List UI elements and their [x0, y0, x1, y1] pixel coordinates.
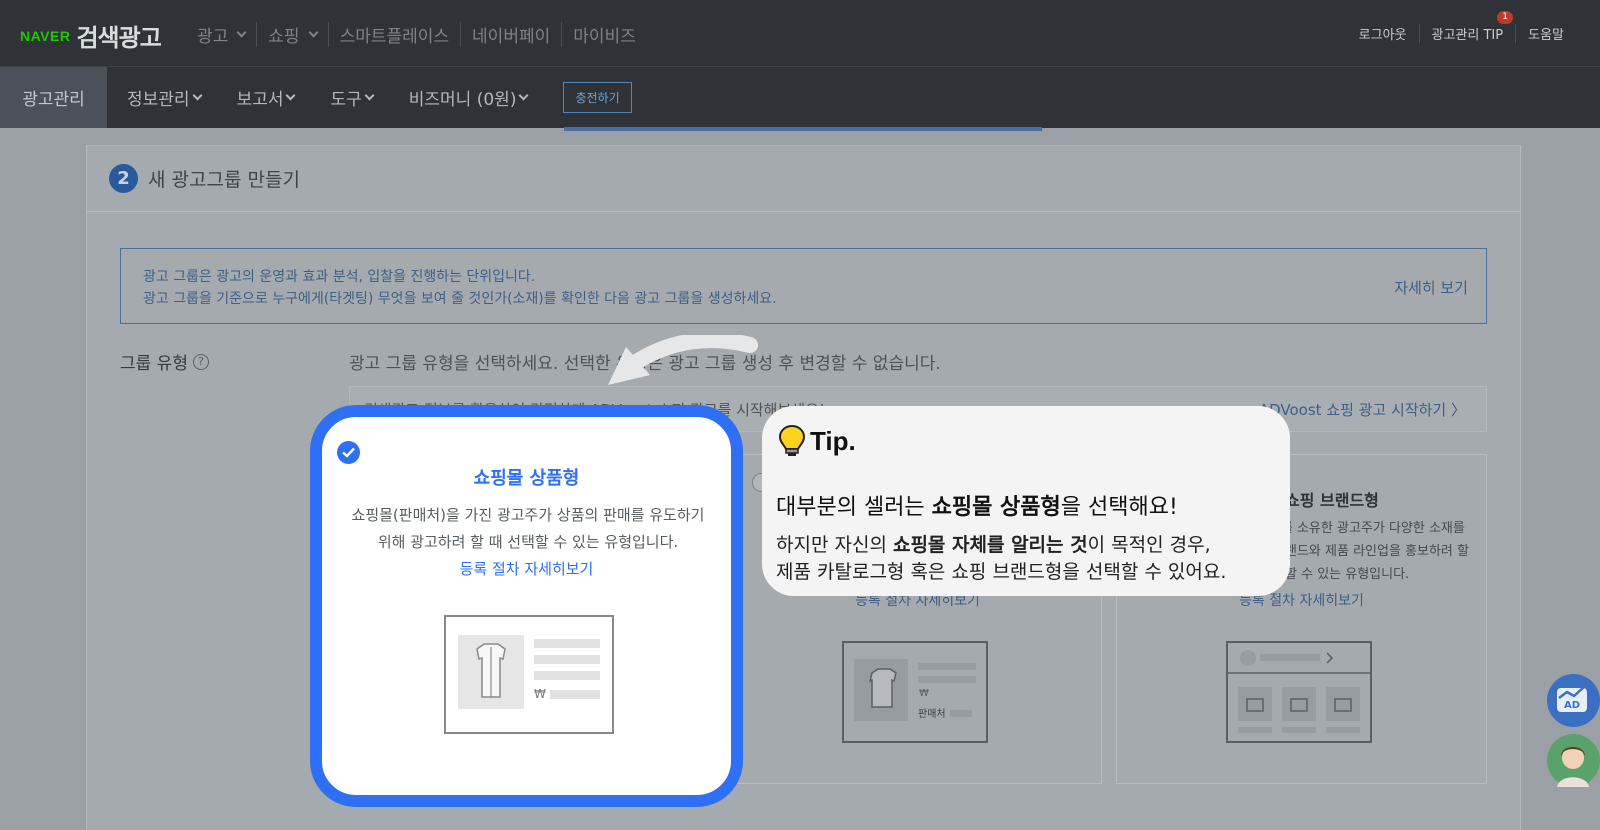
chatbot-avatar-button[interactable] — [1547, 734, 1600, 787]
tip-heading: Tip. — [778, 424, 856, 458]
info-more-link[interactable]: 자세히 보기 — [1394, 277, 1468, 298]
top-menu-shopping[interactable]: 쇼핑 — [256, 22, 327, 47]
type-shopping-mall-description: 쇼핑몰(판매처)을 가진 광고주가 상품의 판매를 유도하기 위해 광고하려 할… — [351, 506, 705, 551]
top-menu-ad[interactable]: 광고 — [185, 22, 256, 47]
chevron-down-icon — [286, 90, 296, 101]
type-option-shopping-mall-product[interactable]: 쇼핑몰 상품형 쇼핑몰(판매처)을 가진 광고주가 상품의 판매를 유도하기 위… — [310, 405, 743, 807]
curved-arrow-icon — [608, 335, 758, 385]
naver-logo-text: NAVER — [20, 27, 71, 44]
top-navigation-bar: NAVER 검색광고 광고 쇼핑 스마트플레이스 네이버페이 마이비즈 로그아웃… — [0, 0, 1600, 67]
top-right-links: 로그아웃 광고관리 TIP 1 도움말 — [1347, 11, 1576, 43]
top-menu-label: 마이비즈 — [573, 27, 636, 47]
subnav-label: 도구 — [330, 90, 362, 110]
step-progress-line — [564, 127, 1042, 131]
product-card-icon: ₩ — [458, 635, 600, 709]
top-menu-mybiz[interactable]: 마이비즈 — [561, 22, 647, 47]
tip-main-bold: 쇼핑몰 상품형 — [931, 495, 1061, 520]
catalog-illustration: ₩ 판매처 — [842, 641, 988, 743]
ad-chart-icon: AD — [1557, 685, 1587, 712]
brand-illustration — [1226, 641, 1372, 743]
help-link[interactable]: 도움말 — [1515, 24, 1576, 43]
chevron-down-icon — [236, 27, 247, 38]
info-line-2: 광고 그룹을 기준으로 누구에게(타겟팅) 무엇을 보여 줄 것인가(소재)를 … — [143, 291, 777, 307]
tip-sub1-post: 이 목적인 경우, — [1087, 534, 1211, 556]
top-menu-naverpay[interactable]: 네이버페이 — [460, 22, 561, 47]
subnav-ad-management[interactable]: 광고관리 — [0, 67, 107, 128]
subnav-label: 비즈머니 (0원) — [408, 90, 517, 110]
tip-main-text: 대부분의 셀러는 쇼핑몰 상품형을 선택해요! — [776, 489, 1178, 521]
checkmark-icon — [342, 447, 355, 458]
check-circle-icon — [337, 441, 360, 464]
advoost-start-link[interactable]: ADVoost 쇼핑 광고 시작하기 〉 — [1259, 399, 1466, 420]
top-menu: 광고 쇼핑 스마트플레이스 네이버페이 마이비즈 — [185, 22, 647, 47]
tip-sub1-bold: 쇼핑몰 자체를 알리는 것 — [892, 534, 1088, 556]
group-type-label-text: 그룹 유형 — [120, 354, 188, 374]
subnav-bizmoney[interactable]: 비즈머니 (0원) — [408, 85, 529, 110]
type-shopping-mall-procedure-link[interactable]: 등록 절차 자세히보기 — [322, 558, 731, 579]
subnav-tools[interactable]: 도구 — [330, 85, 375, 110]
step-number-badge: 2 — [109, 164, 138, 193]
charge-button[interactable]: 충전하기 — [563, 82, 632, 113]
currency-symbol: ₩ — [534, 687, 546, 701]
chevron-down-icon — [192, 90, 203, 101]
floating-ad-button[interactable]: AD — [1547, 674, 1600, 727]
subnav-info-management[interactable]: 정보관리 — [127, 85, 203, 110]
ad-tip-link[interactable]: 광고관리 TIP 1 — [1418, 11, 1516, 43]
catalog-currency-text: ₩ — [919, 688, 929, 699]
seller-label: 판매처 — [918, 708, 946, 720]
top-menu-smartplace[interactable]: 스마트플레이스 — [327, 22, 460, 47]
top-menu-label: 스마트플레이스 — [339, 27, 450, 47]
top-menu-label: 광고 — [197, 27, 229, 47]
tip-sub-text-1: 하지만 자신의 쇼핑몰 자체를 알리는 것이 목적인 경우, — [776, 530, 1211, 557]
tip-main-post: 을 선택해요! — [1060, 495, 1178, 520]
group-type-label: 그룹 유형 ? — [120, 349, 209, 374]
info-box: 광고 그룹은 광고의 운영과 효과 분석, 입찰을 진행하는 단위입니다. 광고… — [120, 248, 1487, 324]
subnav-label: 보고서 — [236, 90, 284, 110]
ad-label: AD — [1564, 700, 1580, 711]
help-icon[interactable]: ? — [192, 353, 209, 370]
tip-sub1-pre: 하지만 자신의 — [776, 534, 893, 556]
tip-bubble: Tip. 대부분의 셀러는 쇼핑몰 상품형을 선택해요! 하지만 자신의 쇼핑몰… — [762, 406, 1290, 596]
info-line-1: 광고 그룹은 광고의 운영과 효과 분석, 입찰을 진행하는 단위입니다. — [143, 269, 536, 285]
chevron-down-icon — [364, 90, 375, 101]
top-menu-label: 네이버페이 — [472, 27, 551, 47]
chevron-down-icon — [519, 90, 529, 101]
card-header: 2 새 광고그룹 만들기 — [87, 146, 1520, 212]
tip-sub-text-2: 제품 카탈로그형 혹은 쇼핑 브랜드형을 선택할 수 있어요. — [776, 561, 1227, 583]
ad-tip-label: 광고관리 TIP — [1431, 28, 1504, 43]
type-brand-title: 쇼핑 브랜드형 — [1285, 491, 1379, 510]
tip-main-pre: 대부분의 셀러는 — [776, 495, 932, 520]
chevron-down-icon — [308, 27, 319, 38]
sub-navigation-bar: 광고관리 정보관리 보고서 도구 비즈머니 (0원) 충전하기 — [0, 67, 1600, 128]
logout-link[interactable]: 로그아웃 — [1347, 24, 1419, 43]
type-shopping-mall-title: 쇼핑몰 상품형 — [473, 468, 580, 489]
subnav-reports[interactable]: 보고서 — [236, 85, 296, 110]
lightbulb-icon — [778, 424, 806, 456]
notification-badge: 1 — [1497, 11, 1514, 24]
brand-title: 검색광고 — [76, 24, 161, 52]
naver-searchad-logo[interactable]: NAVER 검색광고 — [20, 18, 162, 53]
top-menu-label: 쇼핑 — [268, 27, 300, 47]
card-title: 새 광고그룹 만들기 — [148, 169, 300, 191]
tip-heading-text: Tip. — [810, 425, 856, 456]
product-illustration: ₩ — [444, 615, 614, 734]
sub-menu: 정보관리 보고서 도구 비즈머니 (0원) 충전하기 — [127, 67, 632, 128]
avatar-icon — [1557, 747, 1589, 787]
subnav-label: 정보관리 — [127, 90, 190, 110]
